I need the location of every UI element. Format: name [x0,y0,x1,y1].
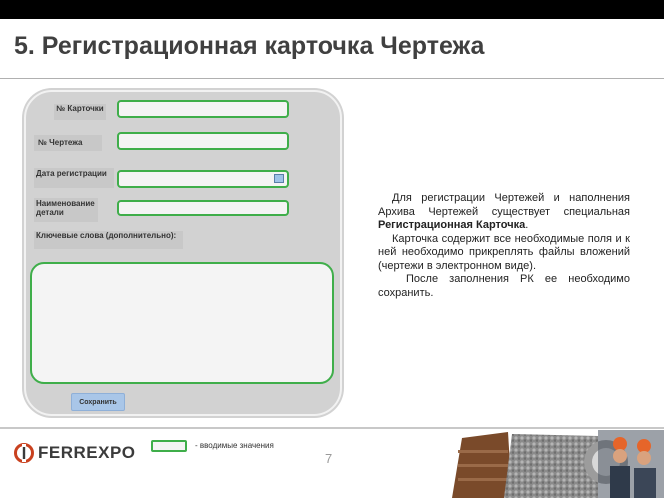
keywords-label: Ключевые слова (дополнительно): [34,231,183,249]
part-name-field[interactable] [117,200,289,216]
page-number: 7 [325,451,333,466]
slide-title: 5. Регистрационная карточка Чертежа [14,32,485,60]
description-paragraph-2: Карточка содержит все необходимые поля и… [378,232,630,272]
legend-text: - вводимые значения [195,441,274,450]
registration-date-label: Дата регистрации [34,168,114,188]
drawing-number-label: № Чертежа [34,135,102,151]
footer-divider [0,427,664,429]
save-button[interactable]: Сохранить [71,393,125,411]
description-text: Для регистрации Чертежей и наполнения Ар… [378,192,630,300]
title-divider [0,78,664,79]
card-number-label: № Карточки [54,104,106,120]
description-bold-term: Регистрационная Карточка [378,219,526,231]
keywords-textarea[interactable] [30,262,334,384]
calendar-icon[interactable] [274,174,284,183]
industrial-photo-strip [448,430,664,498]
top-bar [0,0,664,19]
card-number-field[interactable] [117,100,289,118]
description-paragraph-1: Для регистрации Чертежей и наполнения Ар… [378,192,630,231]
legend-swatch [151,440,187,452]
drawing-number-field[interactable] [117,132,289,150]
ferrexpo-logo-text: FERREXPO [38,443,136,462]
registration-date-field[interactable] [117,170,289,188]
part-name-label: Наименование детали [34,198,98,222]
ferrexpo-logo-icon [14,443,34,463]
description-paragraph-3: После заполнения РК ее необходимо сохран… [378,273,630,299]
